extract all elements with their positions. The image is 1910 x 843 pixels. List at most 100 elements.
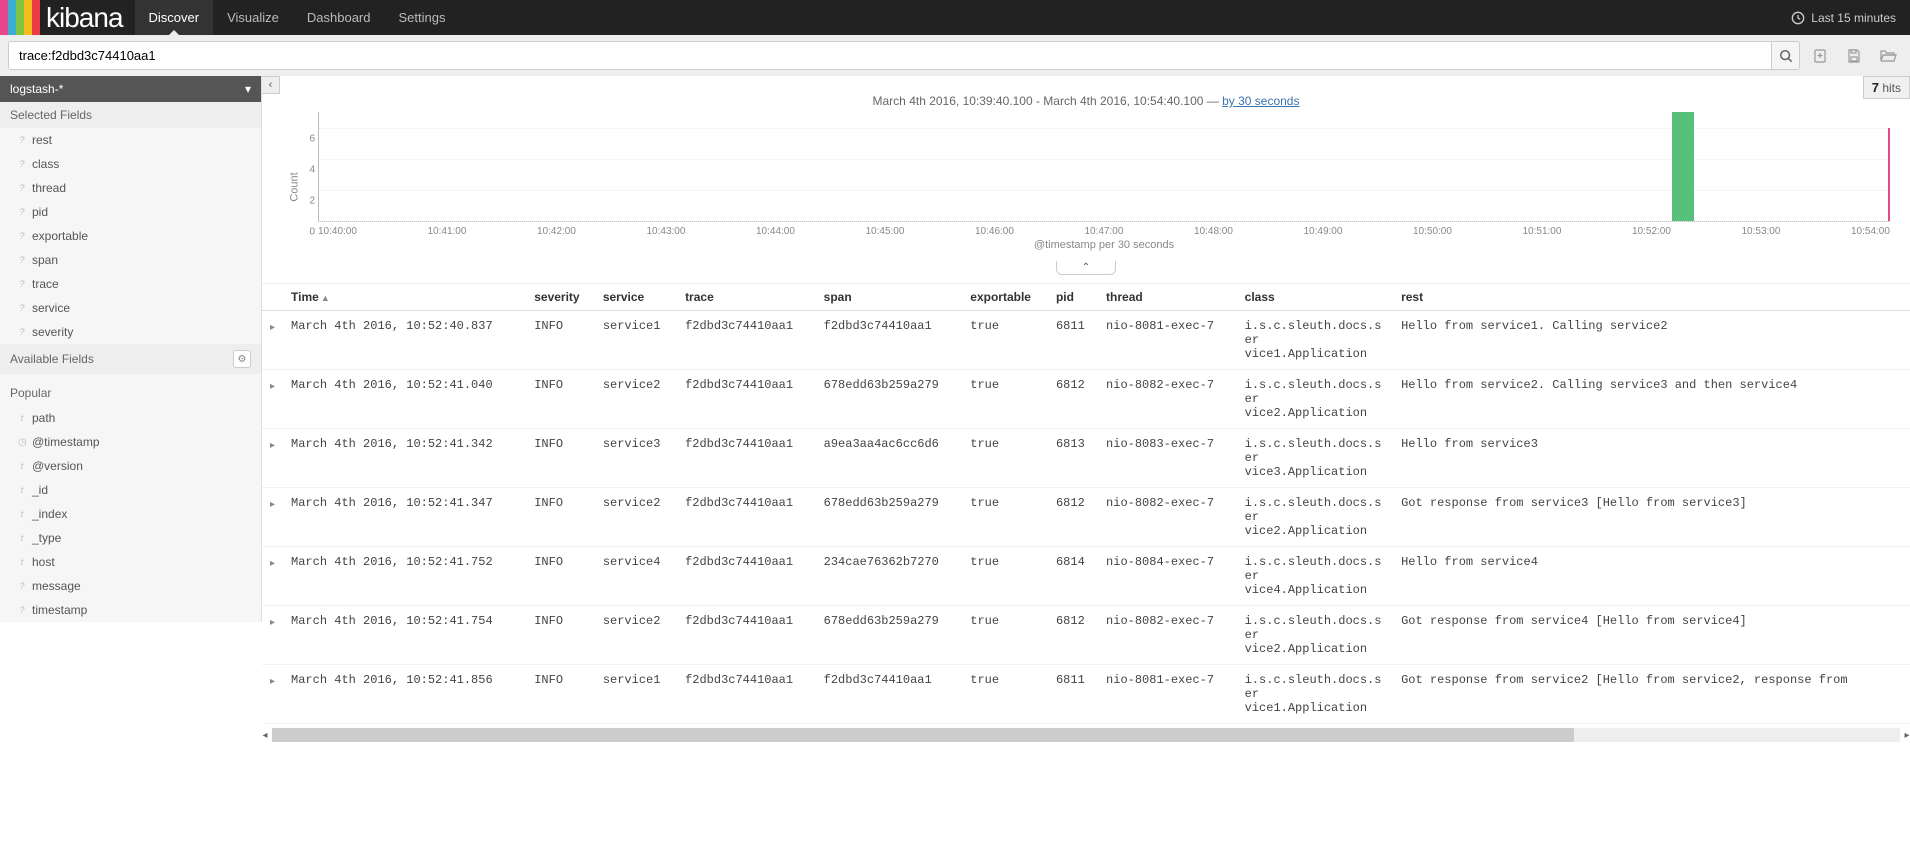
nav-visualize[interactable]: Visualize (213, 0, 293, 35)
nav-settings[interactable]: Settings (385, 0, 460, 35)
field-type-icon: t (18, 533, 26, 543)
scroll-thumb[interactable] (272, 728, 1574, 742)
available-field-version[interactable]: t@version (0, 454, 261, 478)
column-header-thread[interactable]: thread (1098, 284, 1237, 311)
column-header-pid[interactable]: pid (1048, 284, 1098, 311)
selected-field-span[interactable]: ?span (0, 248, 261, 272)
new-search-button[interactable] (1806, 42, 1834, 70)
selected-field-severity[interactable]: ?severity (0, 320, 261, 344)
query-input[interactable] (9, 42, 1771, 69)
cell-exportable: true (962, 488, 1048, 547)
expand-row-toggle[interactable]: ▸ (270, 558, 275, 569)
cell-thread: nio-8083-exec-7 (1098, 429, 1237, 488)
expand-row-toggle[interactable]: ▸ (270, 440, 275, 451)
available-field-timestamp[interactable]: @timestamp (0, 430, 261, 454)
field-type-icon: t (18, 509, 26, 519)
field-name-label: @timestamp (32, 435, 100, 449)
selected-field-thread[interactable]: ?thread (0, 176, 261, 200)
selected-field-exportable[interactable]: ?exportable (0, 224, 261, 248)
chevron-down-icon: ▾ (245, 82, 251, 96)
app-logo-text: kibana (40, 0, 135, 35)
cell-service: service1 (595, 665, 677, 724)
histogram-bar[interactable] (1672, 112, 1694, 221)
cell-trace: f2dbd3c74410aa1 (677, 311, 816, 370)
interval-link[interactable]: by 30 seconds (1222, 94, 1299, 108)
collapse-sidebar-handle[interactable]: ‹ (262, 76, 280, 94)
table-row: ▸March 4th 2016, 10:52:40.837INFOservice… (262, 311, 1910, 370)
nav-dashboard[interactable]: Dashboard (293, 0, 385, 35)
available-field-message[interactable]: ?message (0, 574, 261, 598)
histogram-xlabel: @timestamp per 30 seconds (318, 239, 1890, 257)
index-pattern-selector[interactable]: logstash-* ▾ (0, 76, 261, 102)
expand-row-toggle[interactable]: ▸ (270, 676, 275, 687)
available-field-type[interactable]: t_type (0, 526, 261, 550)
available-field-host[interactable]: thost (0, 550, 261, 574)
cell-class: i.s.c.sleuth.docs.service1.Application (1237, 311, 1393, 370)
column-header-exportable[interactable]: exportable (962, 284, 1048, 311)
scroll-left-arrow-icon[interactable]: ◂ (258, 728, 272, 742)
field-type-icon: ? (18, 135, 26, 145)
cell-rest: Got response from service4 [Hello from s… (1393, 606, 1910, 665)
field-type-icon: ? (18, 581, 26, 591)
cell-time: March 4th 2016, 10:52:41.342 (283, 429, 526, 488)
expand-row-toggle[interactable]: ▸ (270, 499, 275, 510)
cell-thread: nio-8082-exec-7 (1098, 606, 1237, 665)
cell-pid: 6813 (1048, 429, 1098, 488)
xtick: 10:45:00 (866, 226, 905, 237)
field-type-icon: t (18, 461, 26, 471)
expand-row-toggle[interactable]: ▸ (270, 617, 275, 628)
field-type-icon: ? (18, 605, 26, 615)
horizontal-scrollbar[interactable]: ◂ ▸ (272, 728, 1900, 742)
field-type-icon (18, 437, 26, 448)
query-input-wrap (8, 41, 1800, 70)
available-field-timestamp[interactable]: ?timestamp (0, 598, 261, 622)
logo-color-strip (0, 0, 40, 35)
selected-field-class[interactable]: ?class (0, 152, 261, 176)
field-name-label: span (32, 253, 58, 267)
available-field-id[interactable]: t_id (0, 478, 261, 502)
column-header-span[interactable]: span (816, 284, 963, 311)
column-header-rest[interactable]: rest (1393, 284, 1910, 311)
xtick: 10:51:00 (1523, 226, 1562, 237)
histogram-chart[interactable]: 0246 (318, 112, 1890, 222)
column-header-time[interactable]: Time▲ (283, 284, 526, 311)
histogram-collapse-handle[interactable]: ⌃ (1056, 261, 1116, 275)
query-search-button[interactable] (1771, 42, 1799, 69)
scroll-right-arrow-icon[interactable]: ▸ (1900, 728, 1910, 742)
column-header-service[interactable]: service (595, 284, 677, 311)
available-field-path[interactable]: tpath (0, 406, 261, 430)
selected-field-service[interactable]: ?service (0, 296, 261, 320)
ytick: 4 (309, 164, 315, 175)
field-name-label: pid (32, 205, 48, 219)
load-search-button[interactable] (1874, 42, 1902, 70)
cell-class: i.s.c.sleuth.docs.service2.Application (1237, 488, 1393, 547)
cell-class: i.s.c.sleuth.docs.service4.Application (1237, 547, 1393, 606)
field-type-icon: t (18, 413, 26, 423)
expand-row-toggle[interactable]: ▸ (270, 322, 275, 333)
expand-row-toggle[interactable]: ▸ (270, 381, 275, 392)
selected-field-trace[interactable]: ?trace (0, 272, 261, 296)
cell-pid: 6812 (1048, 606, 1098, 665)
column-header-class[interactable]: class (1237, 284, 1393, 311)
save-search-button[interactable] (1840, 42, 1868, 70)
cell-span: 678edd63b259a279 (816, 488, 963, 547)
field-type-icon: ? (18, 279, 26, 289)
nav-discover[interactable]: Discover (135, 0, 214, 35)
expand-column-header (262, 284, 283, 311)
xtick: 10:53:00 (1742, 226, 1781, 237)
query-bar-row (0, 35, 1910, 76)
cell-rest: Hello from service4 (1393, 547, 1910, 606)
cell-service: service2 (595, 488, 677, 547)
field-type-icon: ? (18, 207, 26, 217)
available-field-index[interactable]: t_index (0, 502, 261, 526)
field-settings-button[interactable]: ⚙ (233, 350, 251, 368)
selected-field-rest[interactable]: ? rest (0, 128, 261, 152)
field-name-label: rest (32, 133, 52, 147)
cell-span: 678edd63b259a279 (816, 370, 963, 429)
column-header-trace[interactable]: trace (677, 284, 816, 311)
selected-field-pid[interactable]: ? pid (0, 200, 261, 224)
time-picker[interactable]: Last 15 minutes (1777, 0, 1910, 35)
column-header-severity[interactable]: severity (526, 284, 595, 311)
ytick: 6 (309, 133, 315, 144)
table-row: ▸March 4th 2016, 10:52:41.856INFOservice… (262, 665, 1910, 724)
